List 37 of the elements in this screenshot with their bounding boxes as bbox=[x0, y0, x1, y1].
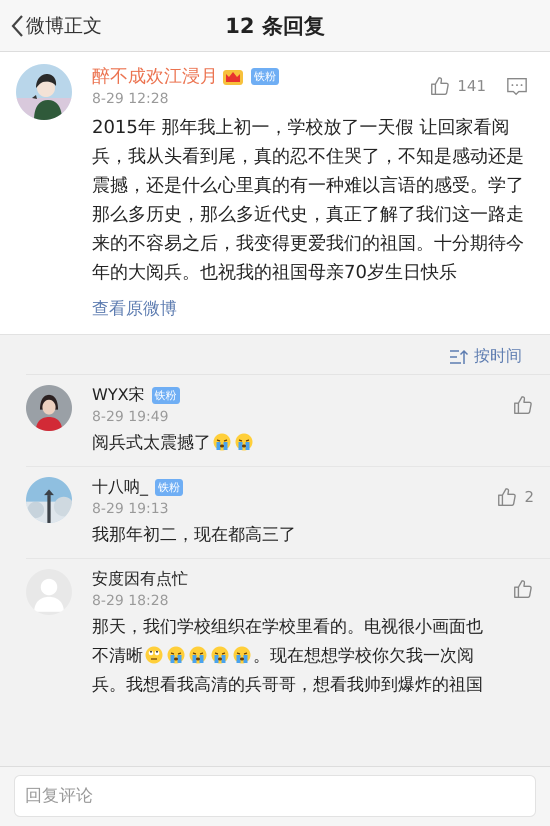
like-icon[interactable] bbox=[512, 578, 534, 600]
author-name[interactable]: 安度因有点忙 bbox=[92, 569, 188, 590]
timestamp: 8-29 12:28 bbox=[92, 91, 170, 107]
crying-emoji-icon bbox=[233, 646, 251, 664]
sort-button[interactable]: 按时间 bbox=[443, 345, 528, 368]
comment-text: 那天，我们学校组织在学校里看的。电视很小画面也 bbox=[92, 617, 483, 637]
comment-text: 。现在想想学校你欠我一次阅 bbox=[253, 646, 474, 666]
page-title: 12 条回复 bbox=[225, 12, 325, 40]
comment-text: 不清晰 bbox=[92, 646, 143, 666]
crying-emoji-icon bbox=[167, 646, 185, 664]
crying-emoji-icon bbox=[211, 646, 229, 664]
comment-text: 兵。我想看我高清的兵哥哥，想看我帅到爆炸的祖国 bbox=[92, 675, 483, 695]
comment-text: 阅兵式太震撼了 bbox=[92, 433, 211, 453]
timestamp: 8-29 18:28 bbox=[92, 593, 170, 609]
fan-badge: 铁粉 bbox=[251, 68, 279, 84]
like-count: 2 bbox=[524, 488, 534, 506]
view-original-link[interactable]: 查看原微博 bbox=[92, 297, 177, 320]
crying-emoji-icon bbox=[235, 433, 253, 451]
like-icon[interactable] bbox=[496, 486, 518, 508]
crying-emoji-icon bbox=[213, 433, 231, 451]
like-count: 141 bbox=[457, 76, 486, 94]
author-name[interactable]: 十八呐_ bbox=[92, 477, 148, 498]
fan-badge: 铁粉 bbox=[155, 479, 183, 496]
like-icon[interactable] bbox=[429, 74, 452, 96]
face-emoji-icon bbox=[145, 646, 163, 664]
post-text: 2015年 那年我上初一，学校放了一天假 让回家看阅兵，我从头看到尾，真的忍不住哭了，不知是感动还是震撼，还是什么心里真的有一种难以言语的感受。学了那么多历史，那么多近代史，真正了解了我们这一路走来的不容易之后，我变得更爱我们的祖国。十分期待今年的大阅兵。也祝我的祖国母亲70岁生日快乐 bbox=[92, 116, 525, 285]
comment-text: 我那年初二，现在都高三了 bbox=[92, 525, 296, 545]
back-button[interactable]: 微博正文 bbox=[0, 6, 102, 46]
back-icon bbox=[10, 14, 24, 38]
crying-emoji-icon bbox=[189, 646, 207, 664]
timestamp: 8-29 19:49 bbox=[92, 409, 170, 425]
sort-icon bbox=[449, 348, 469, 366]
like-icon[interactable] bbox=[512, 394, 534, 416]
fan-badge: 铁粉 bbox=[152, 387, 180, 404]
reply-field[interactable]: 回复评论 bbox=[14, 775, 536, 817]
author-name[interactable]: WYX宋 bbox=[92, 385, 145, 406]
timestamp: 8-29 19:13 bbox=[92, 501, 170, 517]
